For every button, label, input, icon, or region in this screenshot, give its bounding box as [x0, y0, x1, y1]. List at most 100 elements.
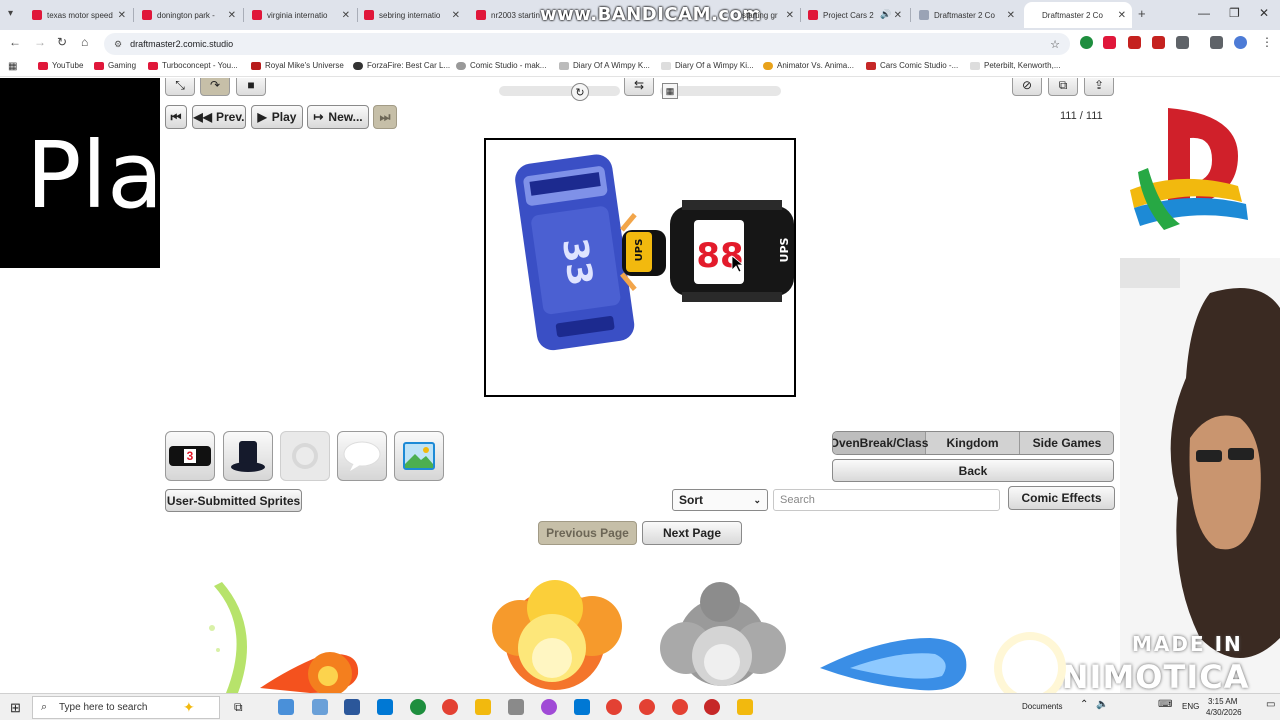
language-indicator[interactable]: ENG [1182, 702, 1199, 711]
tray-chevron-icon[interactable]: ⌃ [1080, 699, 1088, 710]
extension-icon[interactable] [1128, 36, 1141, 49]
extensions-puzzle-icon[interactable] [1176, 36, 1189, 49]
last-frame-button[interactable]: ⏭ [373, 105, 397, 129]
browser-tab[interactable]: Draftmaster 2 Co ✕ [913, 2, 1021, 28]
sort-select[interactable]: Sort ⌄ [672, 489, 768, 511]
sprite-tile-background[interactable] [394, 431, 444, 481]
fireball-sprite[interactable] [260, 652, 359, 693]
minimize-icon[interactable]: — [1198, 6, 1210, 20]
comic-canvas[interactable]: 33 UPS 88 UPS [484, 138, 796, 397]
tab-side-games[interactable]: Side Games [1020, 432, 1113, 454]
sprite-tile-car[interactable]: 3 [165, 431, 215, 481]
chrome-icon[interactable] [442, 699, 458, 715]
first-frame-button[interactable]: ⏮ [165, 105, 187, 129]
bookmark-item[interactable]: YouTube [38, 61, 83, 70]
bookmark-item[interactable]: Gaming [94, 61, 136, 70]
windows-start-icon[interactable]: ⊞ [10, 700, 21, 716]
next-page-button[interactable]: Next Page [642, 521, 742, 545]
bookmark-item[interactable]: Turboconcept - You... [148, 61, 238, 70]
prev-frame-button[interactable]: ◀◀ Prev. [192, 105, 246, 129]
close-icon[interactable]: ✕ [782, 10, 794, 21]
bookmark-item[interactable]: Comic Studio - mak... [456, 61, 546, 70]
home-icon[interactable]: ⌂ [81, 35, 88, 49]
speaker-icon[interactable]: 🔊 [880, 9, 891, 20]
browser-tab[interactable]: Project Cars 2 🔊 ✕ [802, 2, 908, 28]
sprite-tile-effect[interactable] [280, 431, 330, 481]
browser-tab[interactable]: texas motor speed ✕ [26, 2, 132, 28]
forward-arrow-icon[interactable]: → [34, 35, 46, 49]
bandicam-icon[interactable] [704, 699, 720, 715]
erase-icon[interactable]: ⊘ [1012, 78, 1042, 96]
smoke-sprite[interactable] [660, 582, 786, 686]
comic-effects-button[interactable]: Comic Effects [1008, 486, 1115, 510]
explosion-sprite[interactable] [492, 580, 622, 690]
new-frame-button[interactable]: ↦ New... [307, 105, 369, 129]
documents-toolbar[interactable]: Documents [1022, 702, 1062, 711]
close-icon[interactable]: ✕ [338, 10, 350, 21]
keyboard-icon[interactable]: ⌨ [1158, 699, 1172, 710]
car-88-sprite[interactable]: UPS 88 UPS [622, 200, 794, 302]
tab-kingdom[interactable]: Kingdom [926, 432, 1020, 454]
taskbar-app-icon[interactable] [278, 699, 294, 715]
taskbar-app-icon[interactable] [574, 699, 590, 715]
blue-energy-sprite[interactable] [820, 638, 967, 691]
clock-date[interactable]: 4/30/2026 [1206, 708, 1242, 717]
sprite-tile-hat[interactable] [223, 431, 273, 481]
site-info-icon[interactable]: ⚙ [114, 39, 122, 50]
url-field[interactable]: ⚙ draftmaster2.comic.studio ☆ [104, 33, 1070, 55]
window-close-icon[interactable]: ✕ [1259, 6, 1269, 20]
rotate-icon[interactable]: ↻ [571, 83, 589, 101]
close-icon[interactable]: ✕ [114, 10, 126, 21]
close-icon[interactable]: ✕ [1114, 10, 1126, 21]
new-tab-icon[interactable]: + [1138, 6, 1146, 21]
extension-icon[interactable] [1103, 36, 1116, 49]
restore-icon[interactable]: ❐ [1229, 6, 1240, 20]
browser-tab[interactable]: sebring internatio ✕ [358, 2, 466, 28]
bookmark-star-icon[interactable]: ☆ [1050, 38, 1060, 51]
back-button[interactable]: Back [832, 459, 1114, 482]
bookmark-item[interactable]: Diary Of A Wimpy K... [559, 61, 650, 70]
opacity-slider[interactable] [660, 86, 781, 96]
bookmark-item[interactable]: Peterbilt, Kenworth,... [970, 61, 1060, 70]
chrome-icon[interactable] [639, 699, 655, 715]
copy-icon[interactable]: ⧉ [1048, 78, 1078, 96]
zoom-slider[interactable] [499, 86, 620, 96]
search-input[interactable] [773, 489, 1000, 511]
light-orb-sprite[interactable] [994, 632, 1066, 693]
close-icon[interactable]: ✕ [890, 10, 902, 21]
notification-icon[interactable]: ▭ [1266, 699, 1275, 710]
taskbar-app-icon[interactable] [508, 699, 524, 715]
apps-grid-icon[interactable]: ▦ [8, 61, 17, 72]
clock-time[interactable]: 3:15 AM [1208, 697, 1237, 706]
bookmark-item[interactable]: ForzaFire: Best Car L... [353, 61, 450, 70]
edge-icon[interactable] [410, 699, 426, 715]
close-icon[interactable]: ✕ [1003, 10, 1015, 21]
close-icon[interactable]: ✕ [224, 10, 236, 21]
browser-tab[interactable]: starting gr ✕ [736, 2, 800, 28]
bookmark-item[interactable]: Diary Of a Wimpy Ki... [661, 61, 754, 70]
animotica-icon[interactable] [737, 699, 753, 715]
chrome-icon[interactable] [672, 699, 688, 715]
browser-tab[interactable]: nr2003 startin [470, 2, 540, 28]
browser-tab[interactable]: donington park - ✕ [136, 2, 242, 28]
volume-icon[interactable]: 🔈 [1096, 699, 1108, 710]
expand-icon[interactable]: ⤡ [165, 78, 195, 96]
car-33-sprite[interactable]: 33 [513, 152, 636, 352]
stop-icon[interactable]: ■ [236, 78, 266, 96]
back-arrow-icon[interactable]: ← [9, 35, 21, 49]
sprite-tile-speech[interactable] [337, 431, 387, 481]
previous-page-button[interactable]: Previous Page [538, 521, 637, 545]
extension-icon[interactable] [1152, 36, 1165, 49]
taskbar-app-icon[interactable] [312, 699, 328, 715]
taskbar-search-box[interactable]: ⌕ Type here to search ✦ [32, 696, 220, 719]
tab-ovenbreak[interactable]: OvenBreak/Class [833, 432, 928, 454]
redo-icon[interactable]: ↷ [200, 78, 230, 96]
kebab-menu-icon[interactable]: ⋮ [1261, 35, 1273, 49]
browser-tab-active[interactable]: Draftmaster 2 Co ✕ [1024, 2, 1132, 28]
bookmark-item[interactable]: Animator Vs. Anima... [763, 61, 854, 70]
flip-icon[interactable]: ⇆ [624, 78, 654, 96]
play-button[interactable]: ▶ Play [251, 105, 303, 129]
taskbar-app-icon[interactable] [377, 699, 393, 715]
task-view-icon[interactable]: ⧉ [234, 700, 243, 715]
file-explorer-icon[interactable] [475, 699, 491, 715]
